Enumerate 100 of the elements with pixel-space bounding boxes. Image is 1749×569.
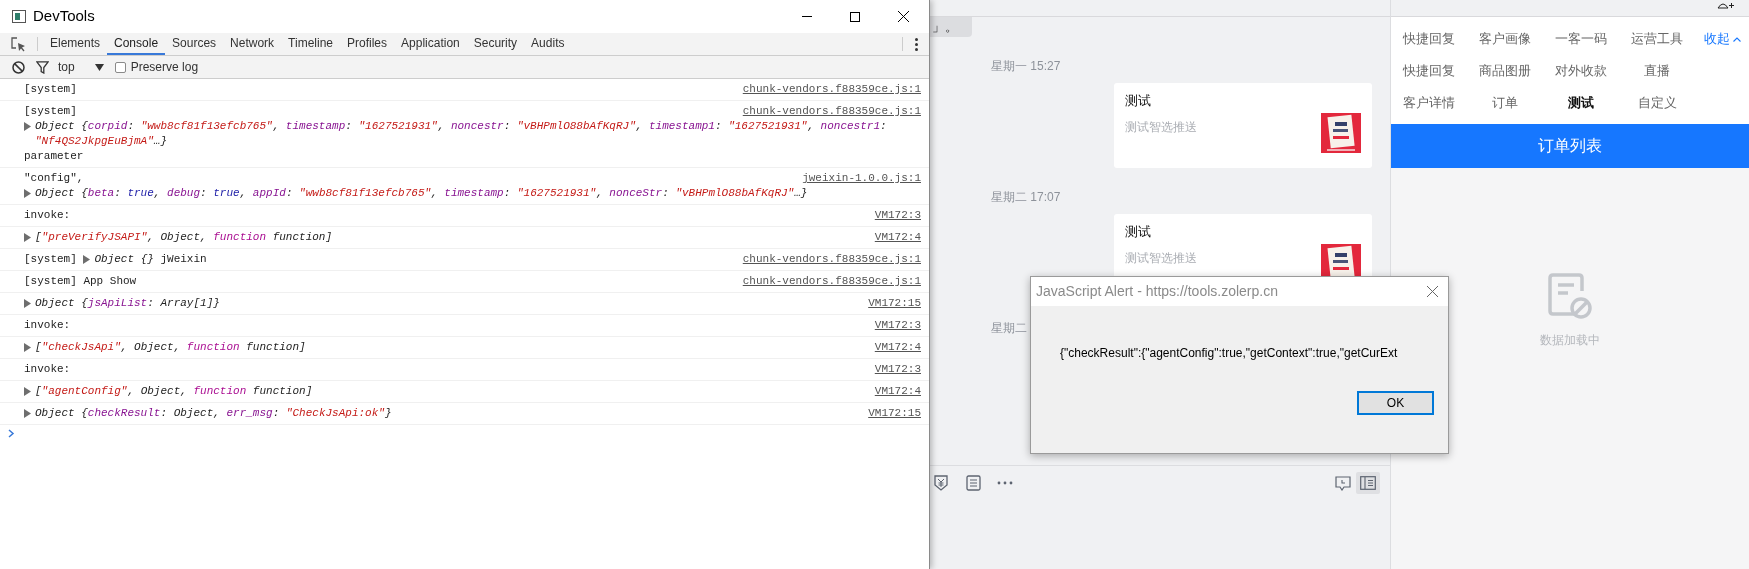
devtools-tab[interactable]: Sources [165,33,224,55]
console-text: "wwb8cf81f13efcb765" [299,186,432,202]
console-text: timestamp [285,119,346,135]
tool-item[interactable]: 客户画像 [1479,29,1531,49]
expand-triangle-icon[interactable] [24,299,32,308]
console-text: Object { [35,296,88,312]
devtools-tab[interactable]: Audits [524,33,572,55]
sidebar-toggle-button[interactable] [1356,472,1380,494]
console-text: err_msg [226,406,273,422]
tool-item[interactable]: 一客一码 [1555,29,1607,49]
console-text: "vBHPmlO88bAfKqRJ" [516,119,636,135]
tool-item[interactable]: 直播 [1644,61,1670,81]
maximize-icon [850,11,860,22]
tool-item[interactable]: 运营工具 [1631,29,1683,49]
devtools-tab[interactable]: Application [394,33,467,55]
alert-message: {"checkResult":{"agentConfig":true,"getContext":true,"getCurExt [1060,346,1398,360]
card-title: 测试 [1125,224,1151,240]
expand-triangle-icon[interactable] [24,122,32,131]
console-text: , [431,186,439,202]
devtools-tab[interactable]: Profiles [340,33,395,55]
inspect-icon [10,36,26,52]
filter-button[interactable] [35,60,49,74]
expand-triangle-icon[interactable] [83,255,92,264]
console-text: : [127,119,136,135]
collapse-link[interactable]: 收起 [1703,29,1741,49]
more-icon[interactable] [997,481,1013,485]
tool-item[interactable]: 商品图册 [1479,61,1531,81]
expand-triangle-icon[interactable] [24,189,32,198]
app-icon [12,10,26,23]
console-text: "CheckJsApi:ok" [285,406,385,422]
tool-item[interactable]: 快捷回复 [1403,61,1455,81]
close-button[interactable] [1425,284,1439,299]
filter-icon [35,60,49,74]
console-text: …} [153,134,168,150]
console-text: "preVerifyJSAPI" [41,230,148,246]
prompt-chevron-icon[interactable] [8,429,15,438]
console-text: : Array[1]} [147,296,220,312]
console-text: timestamp [444,186,504,202]
console-text: nonceStr [609,186,663,202]
card-subtitle: 测试智选推送 [1125,120,1197,134]
devtools-tab[interactable]: Network [223,33,282,55]
console-text: "1627521931" [516,186,597,202]
console-text: function] [245,340,306,356]
tool-item[interactable]: 快捷回复 [1403,29,1455,49]
tool-item[interactable]: 客户详情 [1403,93,1455,113]
document-icon[interactable] [966,475,981,491]
console-text: , [153,186,162,202]
ok-button[interactable]: OK [1357,391,1434,415]
expand-triangle-icon[interactable] [24,387,32,396]
console-text: noncestr1 [820,119,880,135]
card-subtitle: 测试智选推送 [1125,251,1197,265]
chevron-up-icon [1732,36,1741,42]
message-time: 星期二 [991,321,1027,335]
message-time: 星期二 17:07 [991,190,1061,204]
close-icon [1426,286,1438,297]
clear-console-button[interactable] [11,60,25,74]
console-text: } [384,406,392,422]
expand-triangle-icon[interactable] [24,409,32,418]
expand-triangle-icon[interactable] [24,233,32,242]
add-user-icon[interactable] [1717,0,1735,9]
message-card[interactable]: 测试 测试智选推送 [1114,83,1372,168]
console-text: , Object, [147,230,208,246]
window-title: DevTools [33,6,95,27]
console-text: jsApiList [87,296,148,312]
console-text: , [239,186,248,202]
console-text: "vBHPmlO88bAfKqRJ" [675,186,795,202]
console-text: true [127,186,154,202]
tool-item[interactable]: 自定义 [1637,93,1677,113]
console-text: : [285,186,294,202]
console-text: function [213,230,267,246]
console-text: timestamp1 [648,119,715,135]
console-text: function] [271,230,333,246]
yen-shield-icon[interactable] [934,475,948,491]
console-text: , [272,119,281,135]
tool-item[interactable]: 测试 [1568,93,1594,113]
tool-item[interactable]: 订单 [1492,93,1518,113]
chat-history-icon[interactable] [1335,476,1351,491]
console-text: "1627521931" [728,119,808,135]
console-text: invoke: [24,318,71,334]
devtools-tab[interactable]: Timeline [281,33,340,55]
console-text: : [272,406,281,422]
minimize-icon [802,16,812,17]
console-text: …} [794,186,808,202]
console-text: : [503,119,512,135]
expand-triangle-icon[interactable] [24,343,32,352]
tool-item[interactable]: 对外收款 [1555,61,1607,81]
console-text: [system] [24,252,78,268]
console-text: : Object, [160,406,221,422]
devtools-tab[interactable]: Elements [43,33,108,55]
console-text: debug [167,186,201,202]
console-text: : [662,186,670,202]
console-text: [ [35,384,42,400]
block-icon [11,60,25,74]
preserve-log-checkbox[interactable]: Preserve log [114,58,199,76]
console-text: "1627521931" [358,119,438,135]
devtools-tab[interactable]: Security [466,33,525,55]
console-text: , Object, [120,340,182,356]
console-text: true [213,186,240,202]
context-dropdown[interactable]: top [58,58,104,76]
console-text: [system] [24,104,77,120]
